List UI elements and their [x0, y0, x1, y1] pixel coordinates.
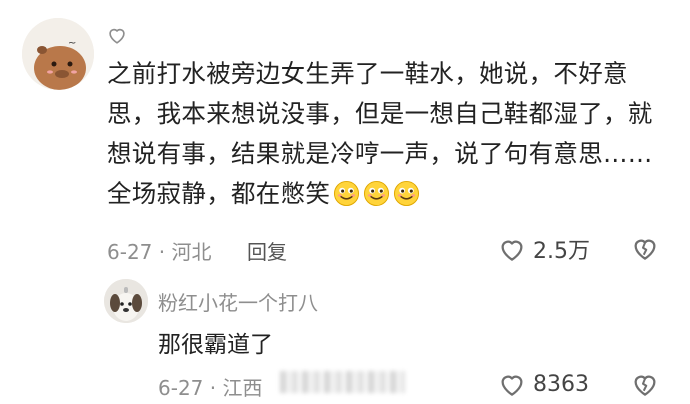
broken-heart-icon [634, 239, 656, 260]
reply-dislike-button[interactable] [630, 369, 660, 403]
emoji-group [330, 179, 420, 208]
reply-location: 江西 [222, 376, 263, 400]
reply-like-count: 8363 [533, 371, 589, 397]
comment-like-button[interactable]: 2.5万 [497, 233, 590, 265]
blurred-watermark [280, 371, 405, 393]
reply-date: 6-27 [158, 376, 204, 400]
comment-body: 之前打水被旁边女生弄了一鞋水，她说，不好意思，我本来想说没事，但是一想自己鞋都湿… [107, 54, 667, 214]
like-icon[interactable] [106, 24, 128, 46]
dog-avatar-icon [104, 279, 148, 323]
heart-outline-icon [501, 375, 523, 396]
reply-button[interactable]: 回复 [247, 236, 287, 265]
reply-username[interactable]: 粉红小花一个打八 [158, 287, 318, 316]
svg-text:~: ~ [68, 38, 76, 49]
capybara-avatar-icon: ~ [22, 18, 94, 90]
dislike-button[interactable] [630, 233, 660, 267]
reply-meta: 6-27 · 江西 [158, 376, 263, 400]
comment-like-count: 2.5万 [533, 239, 590, 264]
comment-meta: 6-27 · 河北 [107, 240, 212, 264]
broken-heart-icon [634, 375, 656, 396]
heart-outline-icon [501, 240, 523, 261]
heart-outline-icon [109, 28, 125, 44]
smile-emoji-icon [394, 180, 420, 207]
smile-emoji-icon [334, 180, 360, 207]
comment-date: 6-27 [107, 240, 153, 264]
avatar[interactable]: ~ [22, 18, 94, 90]
reply-like-button[interactable]: 8363 [497, 369, 589, 399]
comment-location: 河北 [171, 240, 212, 264]
smile-emoji-icon [364, 180, 390, 207]
reply-avatar[interactable] [104, 279, 148, 323]
reply-text: 那很霸道了 [158, 332, 273, 358]
